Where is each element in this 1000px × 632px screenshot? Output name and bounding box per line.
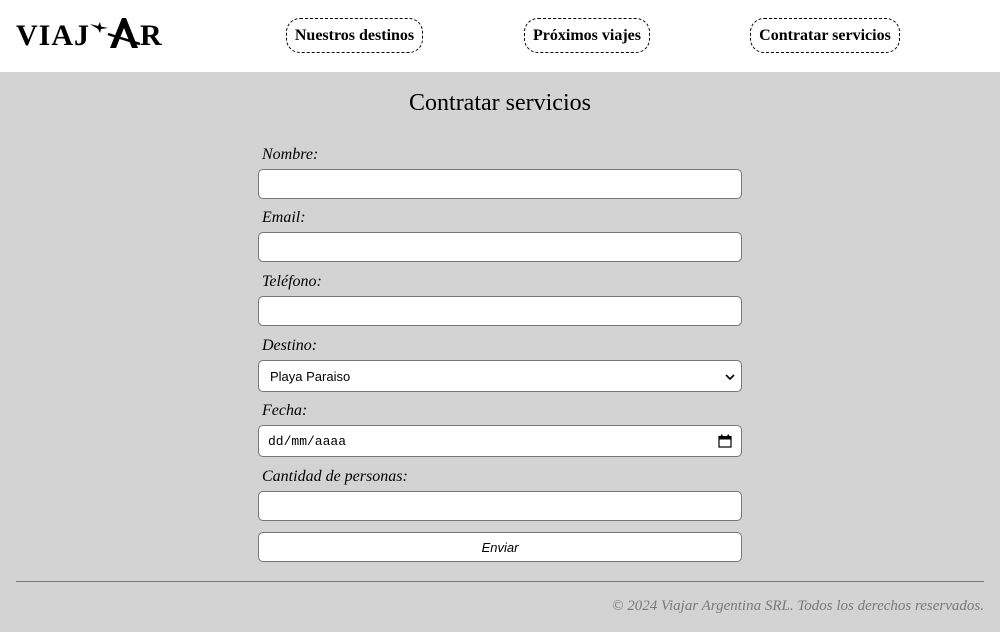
destino-select[interactable]: Playa Paraiso: [258, 360, 742, 392]
nombre-label: Nombre:: [262, 146, 319, 163]
nav-contratar-servicios[interactable]: Contratar servicios: [750, 18, 900, 53]
calendar-icon[interactable]: [718, 434, 732, 448]
destino-label: Destino:: [262, 337, 318, 354]
footer-divider: [16, 581, 984, 582]
personas-input[interactable]: [258, 491, 742, 521]
logo-text-right: R: [140, 19, 163, 52]
page-title: Contratar servicios: [409, 90, 591, 116]
chevron-down-icon: [725, 374, 735, 381]
submit-button[interactable]: Enviar: [258, 532, 742, 562]
telefono-label: Teléfono:: [262, 273, 322, 290]
personas-label: Cantidad de personas:: [262, 468, 408, 485]
destino-selected-value: Playa Paraiso: [270, 368, 351, 384]
telefono-input[interactable]: [258, 296, 742, 326]
fecha-placeholder: dd/mm/aaaa: [268, 433, 347, 449]
email-input[interactable]: [258, 232, 742, 262]
plane-logo-icon: [88, 14, 142, 54]
site-header: VIAJ R Nuestros destinos Próximos viajes…: [0, 0, 1000, 72]
nav-nuestros-destinos[interactable]: Nuestros destinos: [286, 18, 423, 53]
logo-text-left: VIAJ: [16, 19, 91, 52]
brand-logo[interactable]: VIAJ R: [16, 14, 163, 54]
fecha-input[interactable]: dd/mm/aaaa: [258, 425, 742, 457]
nav-proximos-viajes[interactable]: Próximos viajes: [524, 18, 650, 53]
email-label: Email:: [262, 209, 306, 226]
fecha-label: Fecha:: [262, 402, 308, 419]
nombre-input[interactable]: [258, 169, 742, 199]
footer-copyright: © 2024 Viajar Argentina SRL. Todos los d…: [612, 598, 984, 614]
